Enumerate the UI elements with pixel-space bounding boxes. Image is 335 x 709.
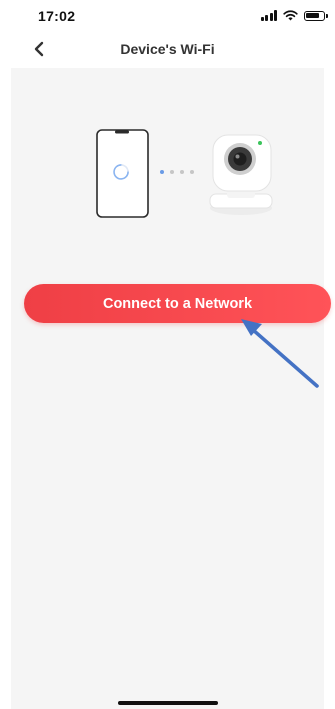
connect-to-network-button[interactable]: Connect to a Network bbox=[24, 284, 331, 323]
phone-icon bbox=[96, 129, 149, 218]
status-icons bbox=[260, 7, 328, 21]
pairing-illustration bbox=[96, 129, 273, 218]
camera-icon bbox=[209, 134, 273, 215]
status-time: 17:02 bbox=[38, 8, 76, 24]
battery-icon bbox=[304, 11, 328, 21]
screen: 17:02 Device's Wi-Fi Connect to a Networ… bbox=[0, 0, 335, 709]
cellular-signal-icon bbox=[260, 10, 277, 21]
status-bar: 17:02 bbox=[0, 0, 335, 30]
nav-bar: Device's Wi-Fi bbox=[0, 30, 335, 68]
page-title: Device's Wi-Fi bbox=[120, 41, 215, 57]
battery-level bbox=[306, 13, 319, 18]
camera-status-led bbox=[258, 141, 262, 145]
wifi-icon bbox=[283, 10, 298, 21]
home-indicator[interactable] bbox=[118, 701, 218, 705]
connection-dots-icon bbox=[160, 170, 194, 174]
content-area bbox=[11, 68, 324, 709]
